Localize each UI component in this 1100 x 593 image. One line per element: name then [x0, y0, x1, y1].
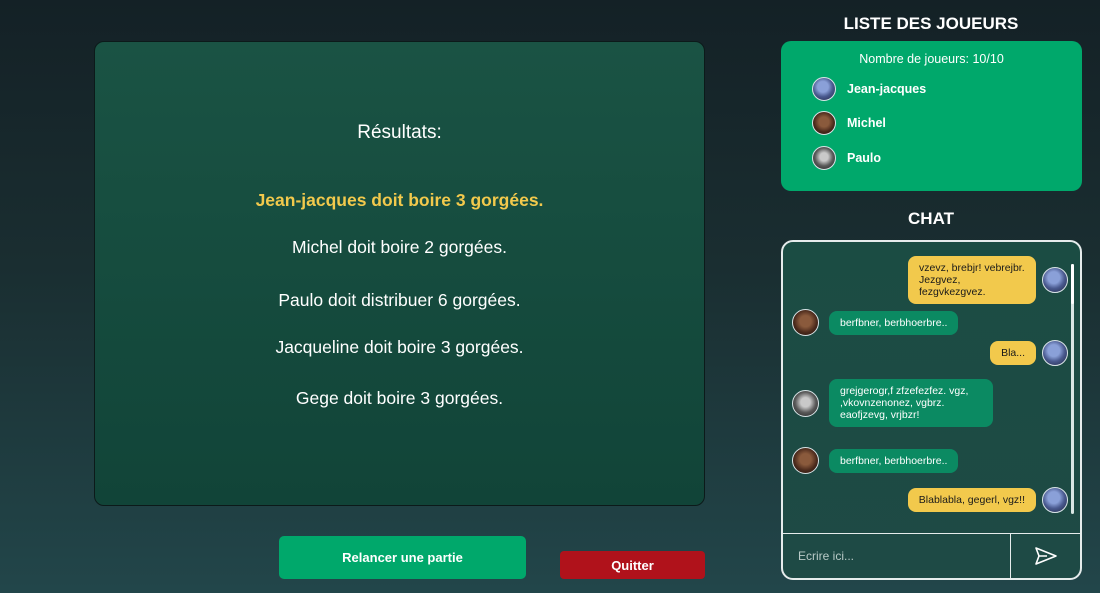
- players-count: Nombre de joueurs: 10/10: [859, 52, 1004, 66]
- player-item: Jean-jacques: [812, 77, 926, 101]
- chat-message: berfbner, berbhoerbre..: [792, 447, 959, 474]
- send-button[interactable]: [1010, 534, 1080, 578]
- players-panel: Nombre de joueurs: 10/10 Jean-jacques Mi…: [781, 41, 1082, 191]
- chat-message: grejgerogr,f zfzefezfez. vgz, ,vkovnzeno…: [792, 379, 993, 427]
- player-name: Michel: [847, 116, 886, 130]
- chat-scrollbar-thumb[interactable]: [1071, 264, 1074, 304]
- chat-message-text: Bla...: [990, 341, 1036, 365]
- result-line: Gege doit boire 3 gorgées.: [295, 388, 504, 408]
- players-title: LISTE DES JOUEURS: [843, 14, 1019, 33]
- send-icon: [1034, 547, 1057, 565]
- avatar: [1042, 267, 1068, 293]
- chat-message: vzevz, brebjr! vebrejbr. Jezgvez, fezgvk…: [908, 256, 1068, 304]
- chat-message-text: Blablabla, gegerl, vgz!!: [907, 488, 1036, 512]
- result-line: Jacqueline doit boire 3 gorgées.: [275, 337, 524, 357]
- quit-button[interactable]: Quitter: [560, 551, 705, 579]
- avatar: [812, 77, 836, 101]
- chat-message-text: berfbner, berbhoerbre..: [829, 448, 959, 473]
- avatar: [792, 309, 819, 336]
- player-item: Paulo: [812, 146, 881, 170]
- chat-input[interactable]: [783, 534, 1010, 578]
- player-item: Michel: [812, 111, 886, 135]
- chat-message-text: vzevz, brebjr! vebrejbr. Jezgvez, fezgvk…: [908, 256, 1036, 304]
- chat-message: Bla...: [990, 340, 1068, 366]
- chat-message-text: grejgerogr,f zfzefezfez. vgz, ,vkovnzeno…: [829, 379, 993, 427]
- chat-message: berfbner, berbhoerbre..: [792, 309, 959, 336]
- results-panel: Résultats: Jean-jacques doit boire 3 gor…: [94, 41, 705, 506]
- chat-message-text: berfbner, berbhoerbre..: [829, 310, 959, 335]
- avatar: [812, 111, 836, 135]
- chat-title: CHAT: [908, 209, 954, 228]
- result-line: Paulo doit distribuer 6 gorgées.: [278, 290, 521, 310]
- chat-panel: vzevz, brebjr! vebrejbr. Jezgvez, fezgvk…: [781, 240, 1082, 580]
- avatar: [792, 389, 819, 417]
- player-name: Paulo: [847, 151, 882, 165]
- avatar: [812, 146, 836, 170]
- avatar: [792, 447, 819, 474]
- player-name: Jean-jacques: [847, 82, 927, 96]
- restart-game-button[interactable]: Relancer une partie: [279, 536, 526, 579]
- chat-message: Blablabla, gegerl, vgz!!: [907, 487, 1068, 513]
- avatar: [1042, 340, 1068, 366]
- result-line: Michel doit boire 2 gorgées.: [292, 237, 507, 257]
- chat-input-row: [783, 533, 1080, 578]
- result-line: Jean-jacques doit boire 3 gorgées.: [255, 190, 544, 210]
- avatar: [1042, 487, 1068, 513]
- results-title: Résultats:: [357, 122, 442, 143]
